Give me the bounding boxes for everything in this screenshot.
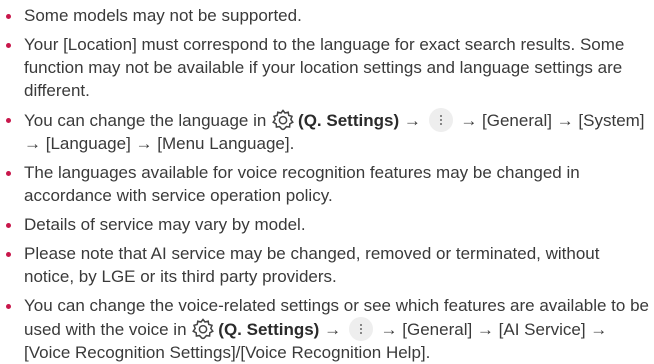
settings-label: (Q. Settings) bbox=[218, 320, 320, 339]
bullet-icon bbox=[6, 118, 11, 123]
note-text: Your [Location] must correspond to the l… bbox=[24, 35, 625, 100]
settings-label: (Q. Settings) bbox=[298, 111, 400, 130]
list-item: You can change the voice-related setting… bbox=[0, 294, 654, 364]
note-text: You can change the language in bbox=[24, 111, 267, 130]
bullet-icon bbox=[6, 304, 11, 309]
list-item: Your [Location] must correspond to the l… bbox=[0, 33, 654, 102]
list-item: Please note that AI service may be chang… bbox=[0, 242, 654, 288]
note-text: Please note that AI service may be chang… bbox=[24, 244, 600, 286]
bullet-icon bbox=[6, 43, 11, 48]
notes-list: Some models may not be supported. Your [… bbox=[0, 0, 654, 364]
list-item: Some models may not be supported. bbox=[0, 4, 654, 27]
bullet-icon bbox=[6, 223, 11, 228]
note-text: Some models may not be supported. bbox=[24, 6, 302, 25]
bullet-icon bbox=[6, 14, 11, 19]
list-item: You can change the language in (Q. Setti… bbox=[0, 108, 654, 155]
bullet-icon bbox=[6, 171, 11, 176]
gear-icon bbox=[271, 109, 295, 131]
arrow-text: → bbox=[403, 111, 421, 130]
bullet-icon bbox=[6, 252, 11, 257]
note-text: Details of service may vary by model. bbox=[24, 215, 306, 234]
list-item: Details of service may vary by model. bbox=[0, 213, 654, 236]
list-item: The languages available for voice recogn… bbox=[0, 161, 654, 207]
more-options-icon bbox=[428, 108, 453, 132]
more-options-icon bbox=[348, 317, 373, 341]
arrow-text: → bbox=[324, 320, 342, 339]
note-text: The languages available for voice recogn… bbox=[24, 163, 580, 205]
gear-icon bbox=[191, 318, 215, 340]
